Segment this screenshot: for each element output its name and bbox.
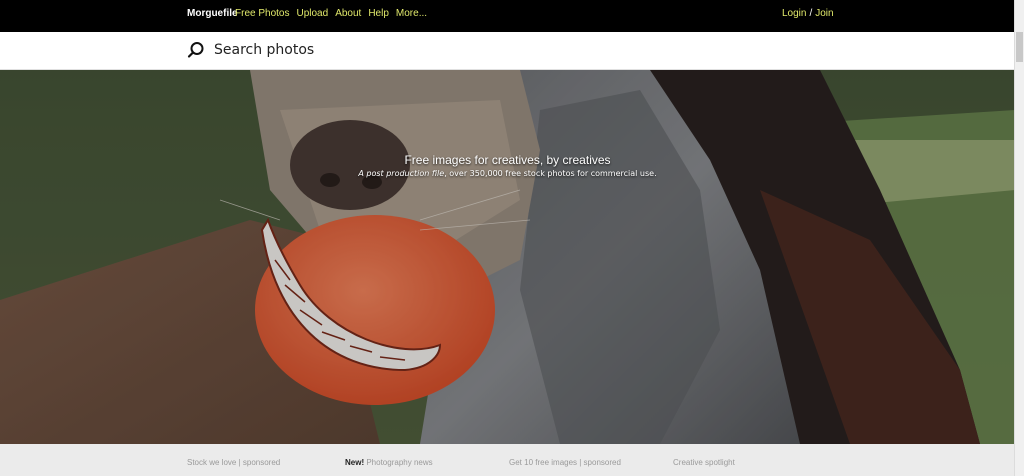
hero-subline: A post production file, over 350,000 fre… (0, 169, 1015, 178)
page-scrollbar[interactable] (1014, 0, 1024, 476)
join-link[interactable]: Join (815, 8, 833, 19)
hero-banner: Free images for creatives, by creatives … (0, 70, 1015, 444)
auth-links: Login / Join (782, 8, 834, 19)
footer-link-photography-news[interactable]: New! Photography news (345, 458, 433, 467)
login-link[interactable]: Login (782, 8, 806, 19)
auth-separator: / (809, 8, 813, 19)
brand-link[interactable]: Morguefile (187, 8, 238, 19)
footer-link-photography-news-label: Photography news (364, 458, 433, 467)
footer-strip: Stock we love | sponsored New! Photograp… (0, 444, 1015, 476)
hero-photo-dog-with-ball (0, 70, 1015, 444)
search-input[interactable] (214, 39, 774, 61)
nav-link-free-photos[interactable]: Free Photos (235, 8, 289, 19)
hero-headline: Free images for creatives, by creatives (404, 153, 611, 167)
hero-subline-rest: , over 350,000 free stock photos for com… (444, 169, 657, 178)
search-bar (0, 32, 1015, 70)
nav-link-more[interactable]: More... (396, 8, 427, 19)
footer-link-creative-spotlight[interactable]: Creative spotlight (673, 458, 735, 467)
top-navigation-bar: Morguefile Free Photos Upload About Help… (0, 0, 1015, 32)
new-badge: New! (345, 458, 365, 467)
nav-link-help[interactable]: Help (368, 8, 389, 19)
footer-link-stock-we-love[interactable]: Stock we love | sponsored (187, 458, 280, 467)
scrollbar-thumb[interactable] (1016, 32, 1023, 62)
page: Morguefile Free Photos Upload About Help… (0, 0, 1024, 476)
hero-subline-italic: A post production file (358, 169, 445, 178)
nav-link-upload[interactable]: Upload (296, 8, 328, 19)
nav-links: Free Photos Upload About Help More... (235, 8, 434, 19)
search-icon[interactable] (187, 41, 205, 59)
nav-link-about[interactable]: About (335, 8, 361, 19)
footer-link-free-images[interactable]: Get 10 free images | sponsored (509, 458, 621, 467)
